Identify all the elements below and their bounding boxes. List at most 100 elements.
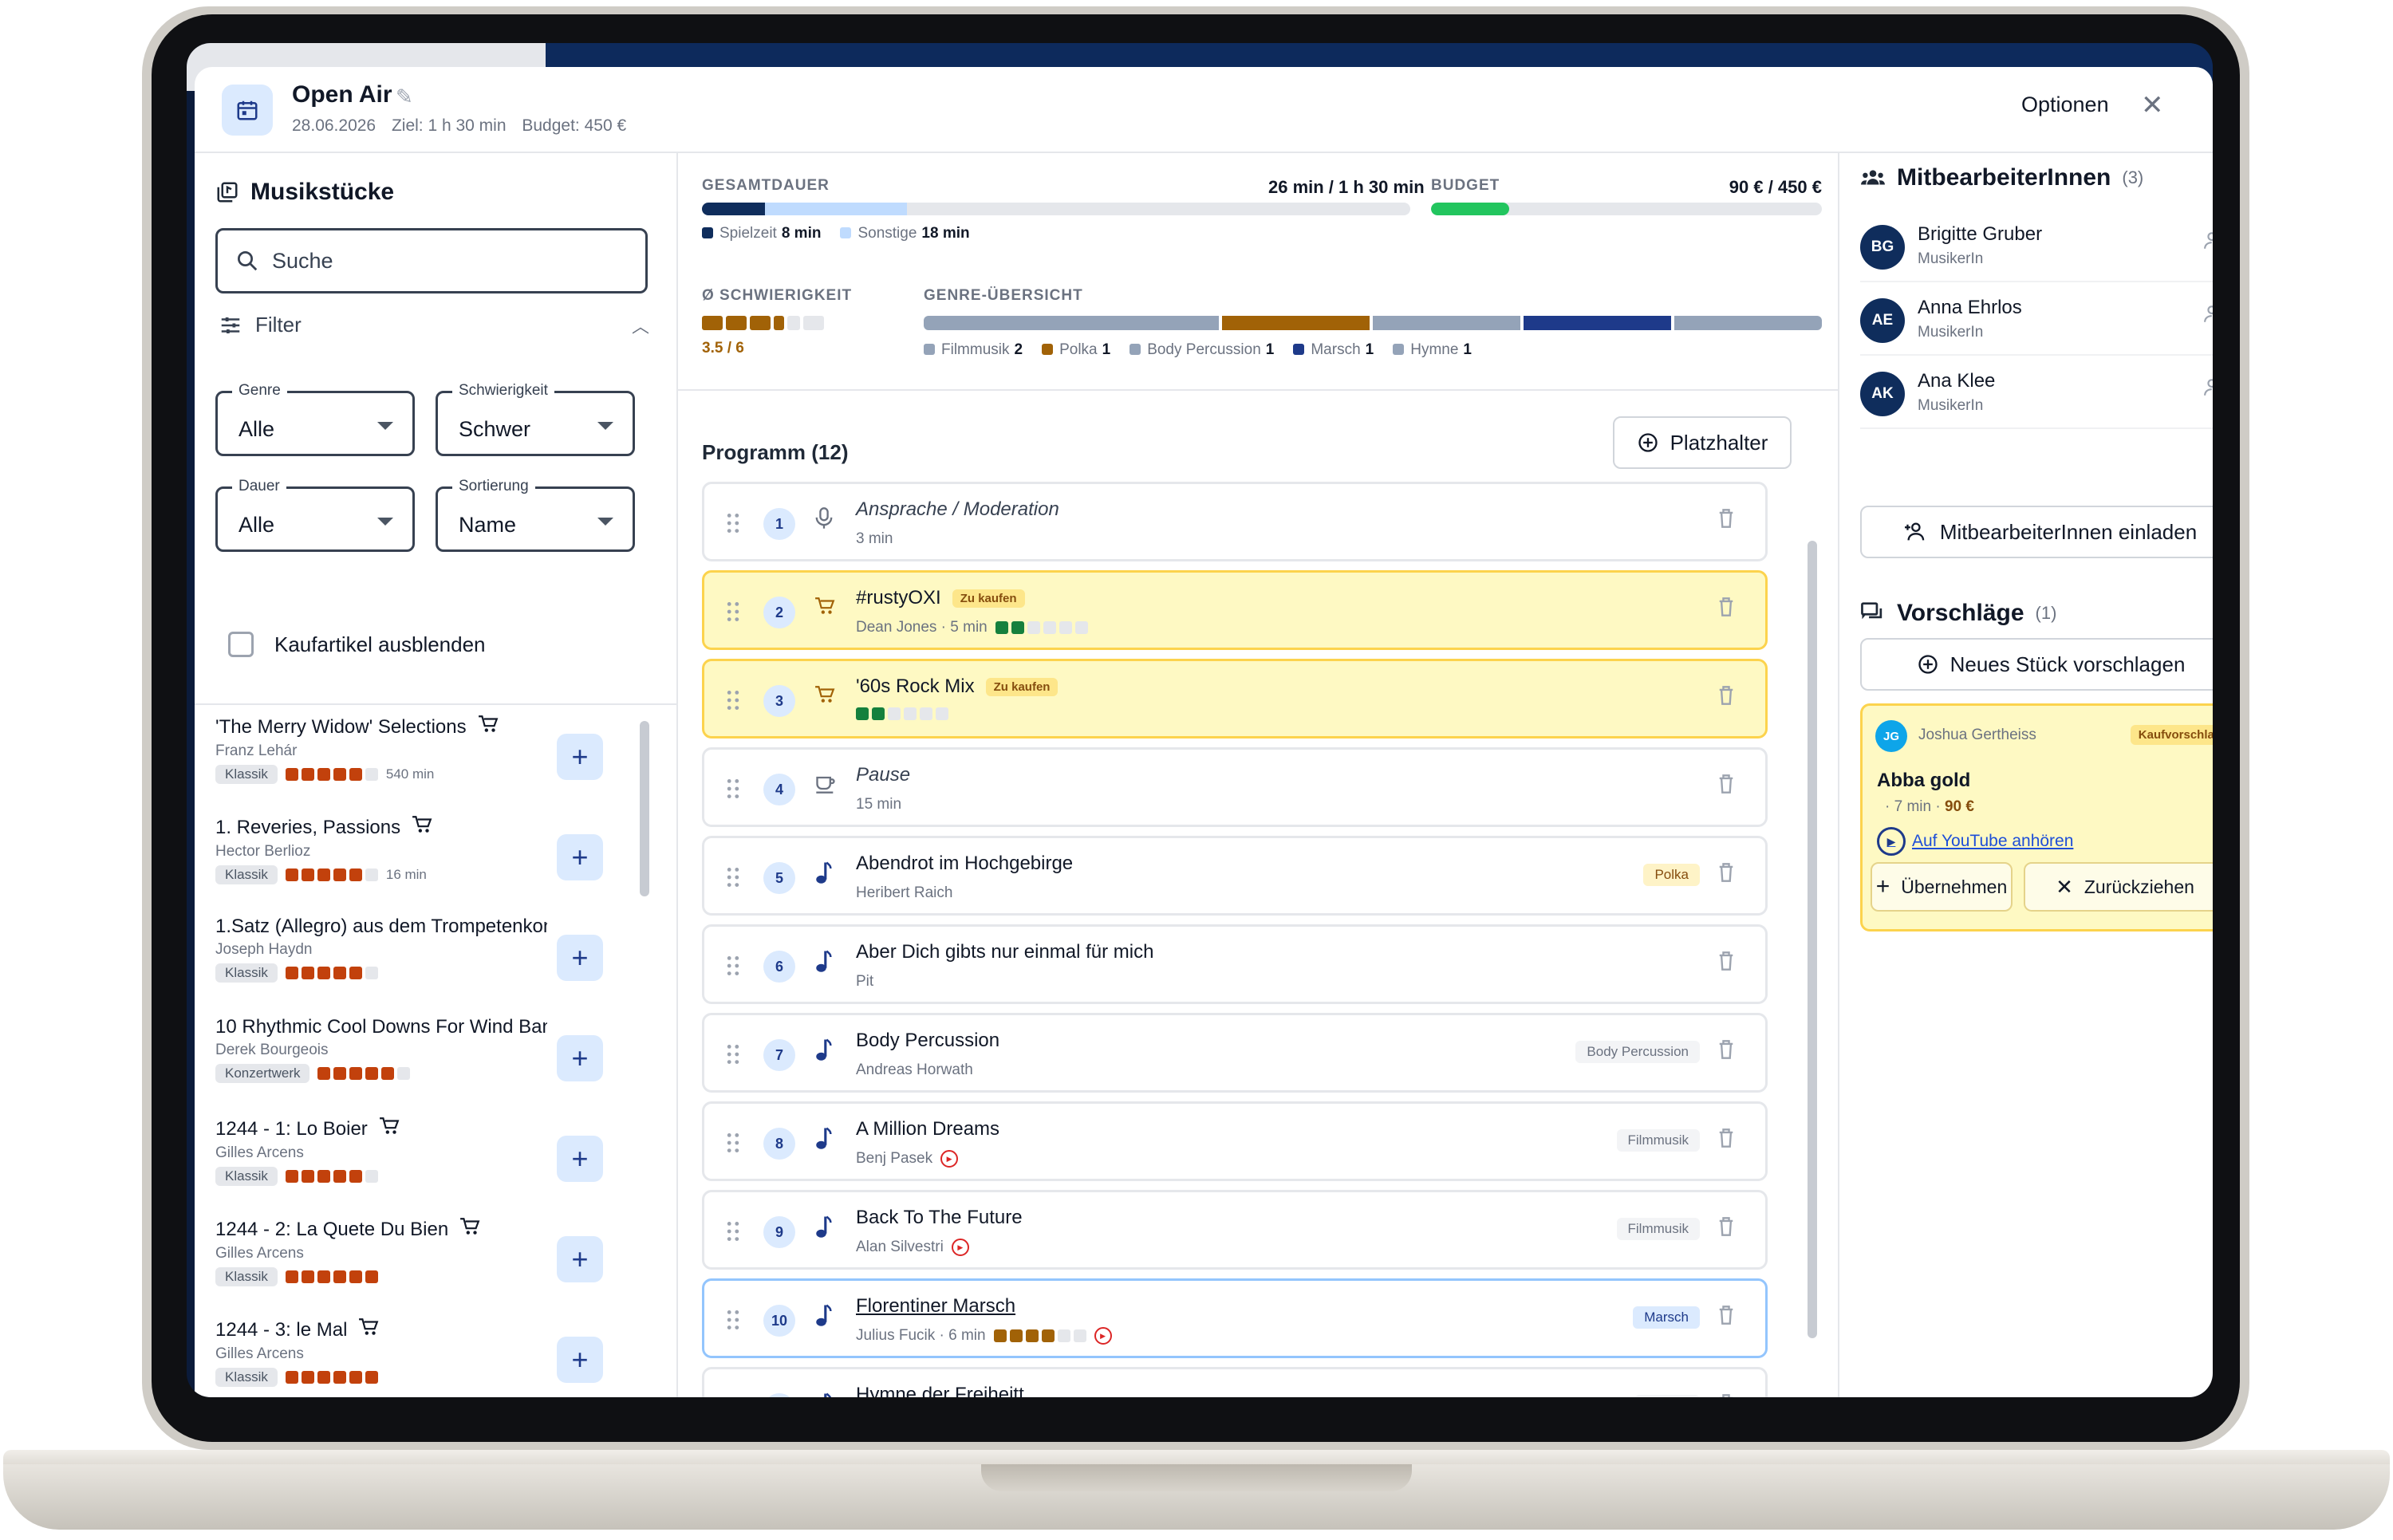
user-settings-icon[interactable] [2203, 231, 2213, 256]
withdraw-suggestion-button[interactable]: ✕ Zurückziehen [2024, 862, 2213, 912]
add-piece-button[interactable]: + [557, 734, 603, 780]
trash-icon[interactable] [1717, 685, 1735, 711]
youtube-play-icon[interactable]: ▶ [1094, 1327, 1112, 1345]
close-icon[interactable]: ✕ [2141, 89, 2164, 121]
genre-segment-hymne [1674, 316, 1822, 330]
trash-icon[interactable] [1717, 1128, 1735, 1154]
collaborator-role: MusikerIn [1918, 250, 1984, 267]
difficulty-block [333, 1170, 346, 1183]
piece-list-item[interactable]: 10 Rhythmic Cool Downs For Wind Band Dere… [195, 1006, 657, 1107]
trash-icon[interactable] [1717, 1305, 1735, 1331]
genre-legend-name: Hymne [1410, 341, 1459, 358]
accept-suggestion-button[interactable]: + Übernehmen [1871, 862, 2013, 912]
piece-list-item[interactable]: 1. Reveries, Passions Hector Berlioz Klass… [195, 805, 657, 906]
trash-icon[interactable] [1717, 1039, 1735, 1065]
trash-icon[interactable] [1717, 1216, 1735, 1243]
piece-list-item[interactable]: 1.Satz (Allegro) aus dem Trompetenkonzer… [195, 906, 657, 1006]
difficulty-block [365, 1067, 379, 1080]
filter-toggle[interactable]: Filter ︿ [219, 313, 649, 337]
drag-handle-icon[interactable] [727, 1132, 743, 1153]
program-row-title-row: #rustyOXI Zu kaufen [856, 587, 1025, 609]
user-settings-icon[interactable] [2203, 378, 2213, 403]
to-buy-badge: Zu kaufen [985, 677, 1059, 696]
youtube-play-icon[interactable]: ▶ [951, 1239, 969, 1256]
genre-tag: Body Percussion [1575, 1041, 1700, 1063]
hide-purchase-checkbox[interactable]: Kaufartikel ausblenden [228, 632, 486, 657]
invite-collaborators-button[interactable]: MitbearbeiterInnen einladen [1860, 506, 2213, 558]
youtube-link[interactable]: ▶ Auf YouTube anhören [1877, 827, 2073, 856]
sort-select[interactable]: Sortierung Name [436, 478, 635, 552]
piece-list-item[interactable]: 1244 - 3: le Mal Gilles Arcens Klassik + [195, 1308, 657, 1397]
search-input[interactable]: Suche [215, 228, 648, 293]
add-piece-button[interactable]: + [557, 1337, 603, 1383]
program-row[interactable]: 6 Aber Dich gibts nur einmal für mich Pit [702, 924, 1768, 1004]
add-piece-button[interactable]: + [557, 834, 603, 880]
drag-handle-icon[interactable] [727, 867, 743, 888]
genre-legend-count: 1 [1265, 341, 1275, 358]
program-row[interactable]: 8 A Million Dreams Benj Pasek ▶ Filmmusik [702, 1101, 1768, 1181]
program-row[interactable]: 1 Ansprache / Moderation 3 min [702, 482, 1768, 561]
dropdown-arrow-icon [377, 518, 393, 526]
suggest-piece-button[interactable]: Neues Stück vorschlagen [1860, 638, 2213, 691]
genre-chip: Klassik [215, 765, 278, 784]
trash-icon[interactable] [1717, 774, 1735, 800]
program-row[interactable]: 9 Back To The Future Alan Silvestri ▶ Filmmu… [702, 1190, 1768, 1270]
suggestion-title: Abba gold [1877, 770, 1971, 791]
options-button[interactable]: Optionen [2021, 93, 2109, 117]
add-piece-button[interactable]: + [557, 1136, 603, 1182]
genre-select[interactable]: Genre Alle [215, 382, 415, 456]
drag-handle-icon[interactable] [727, 1221, 743, 1242]
drag-handle-icon[interactable] [727, 778, 743, 799]
checkbox-box[interactable] [228, 632, 254, 657]
difficulty-block [333, 768, 346, 781]
sort-select-label: Sortierung [452, 478, 535, 495]
difficulty-block [888, 707, 901, 720]
program-row[interactable]: 2 #rustyOXI Zu kaufen Dean Jones · 5 min [702, 570, 1768, 650]
duration-select[interactable]: Dauer Alle [215, 478, 415, 552]
difficulty-block [787, 316, 800, 330]
add-piece-button[interactable]: + [557, 1035, 603, 1081]
pieces-scrollbar[interactable] [640, 721, 649, 896]
drag-handle-icon[interactable] [727, 1310, 743, 1330]
user-settings-icon[interactable] [2203, 305, 2213, 329]
event-budget: Budget: 450 € [522, 116, 627, 135]
difficulty-block [301, 768, 314, 781]
add-placeholder-button[interactable]: Platzhalter [1613, 416, 1792, 469]
edit-pencil-icon[interactable]: ✎ [396, 85, 413, 109]
add-piece-button[interactable]: + [557, 935, 603, 981]
program-row[interactable]: 7 Body Percussion Andreas Horwath Body Perc… [702, 1013, 1768, 1093]
difficulty-select[interactable]: Schwierigkeit Schwer [436, 382, 635, 456]
dialog-header: Open Air ✎ 28.06.2026 Ziel: 1 h 30 min B… [195, 67, 2213, 153]
program-row[interactable]: 4 Pause 15 min [702, 747, 1768, 827]
program-scrollbar[interactable] [1808, 541, 1817, 1338]
trash-icon[interactable] [1717, 597, 1735, 623]
duration-progress-bar [702, 203, 1410, 215]
trash-icon[interactable] [1717, 1393, 1735, 1397]
drag-handle-icon[interactable] [727, 513, 743, 534]
youtube-play-icon[interactable]: ▶ [940, 1150, 959, 1168]
collaborator-row: AK Ana Klee MusikerIn [1860, 357, 2213, 429]
drag-handle-icon[interactable] [727, 955, 743, 976]
trash-icon[interactable] [1717, 508, 1735, 534]
program-row-title: Florentiner Marsch [856, 1295, 1016, 1317]
program-row[interactable]: 3 '60s Rock Mix Zu kaufen [702, 659, 1768, 738]
difficulty-block [285, 967, 298, 979]
dropdown-arrow-icon [597, 518, 613, 526]
difficulty-block [333, 1371, 346, 1384]
drag-handle-icon[interactable] [727, 690, 743, 711]
trash-icon[interactable] [1717, 862, 1735, 888]
piece-list-item[interactable]: 1244 - 1: Lo Boier Gilles Arcens Klassik + [195, 1107, 657, 1207]
add-piece-button[interactable]: + [557, 1236, 603, 1282]
difficulty-stat-value: 3.5 / 6 [702, 340, 744, 356]
trash-icon[interactable] [1717, 951, 1735, 977]
piece-list-item[interactable]: 1244 - 2: La Quete Du Bien Gilles Arcens K… [195, 1207, 657, 1308]
program-row[interactable]: 5 Abendrot im Hochgebirge Heribert Raich Po… [702, 836, 1768, 916]
program-row[interactable]: 11 Hymne der Freiheitt Hymne [702, 1367, 1768, 1397]
program-row-title: Back To The Future [856, 1207, 1023, 1228]
duration-stat-label: GESAMTDAUER [702, 177, 830, 194]
drag-handle-icon[interactable] [727, 601, 743, 622]
program-row[interactable]: 10 Florentiner Marsch Julius Fucik · 6 min… [702, 1278, 1768, 1358]
drag-handle-icon[interactable] [727, 1044, 743, 1065]
difficulty-block [349, 768, 362, 781]
piece-list-item[interactable]: 'The Merry Widow' Selections Franz Lehár K… [195, 705, 657, 805]
